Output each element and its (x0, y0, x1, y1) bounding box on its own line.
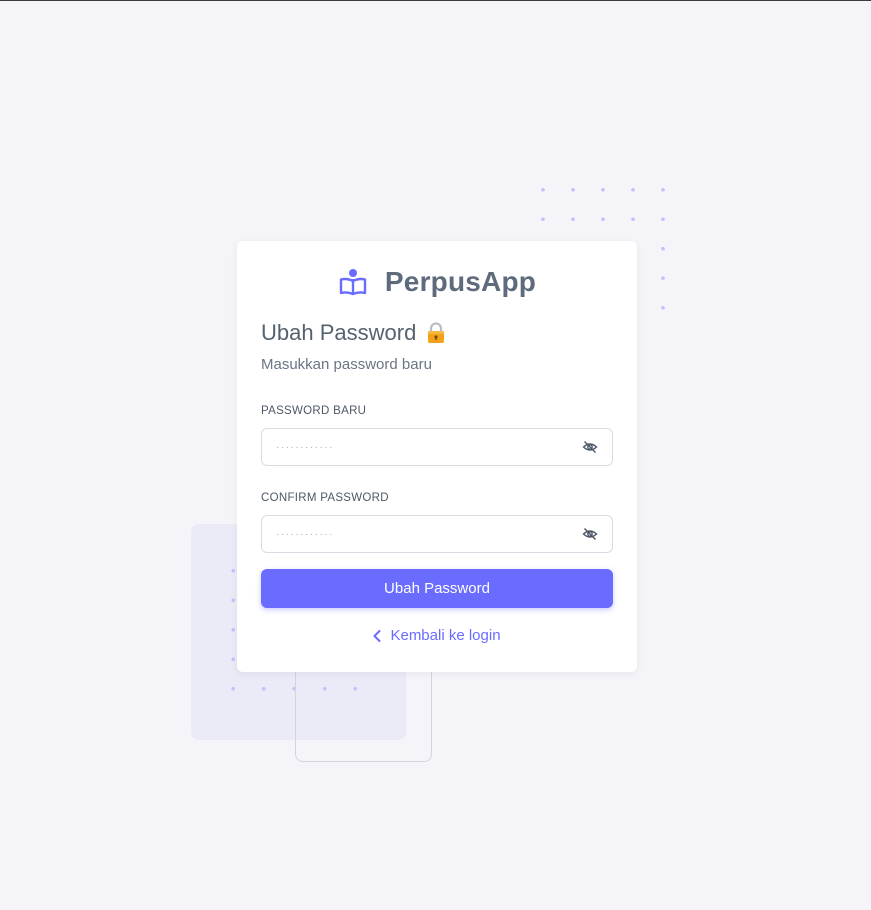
top-border (0, 0, 871, 1)
chevron-left-icon (373, 629, 381, 642)
back-to-login-link[interactable]: Kembali ke login (261, 627, 613, 644)
confirm-password-label: CONFIRM PASSWORD (261, 492, 389, 504)
page-subtitle: Masukkan password baru (261, 356, 432, 373)
brand: PerpusApp (261, 264, 613, 300)
page-title-text: Ubah Password (261, 320, 417, 345)
new-password-field[interactable] (261, 428, 613, 466)
confirm-password-field[interactable] (261, 515, 613, 553)
book-reader-icon (338, 267, 368, 297)
new-password-input[interactable] (276, 441, 582, 453)
submit-button[interactable]: Ubah Password (261, 569, 613, 608)
eye-off-icon[interactable] (582, 526, 598, 542)
eye-off-icon[interactable] (582, 439, 598, 455)
confirm-password-input[interactable] (276, 528, 582, 540)
page-title: Ubah Password (261, 320, 613, 346)
new-password-label: PASSWORD BARU (261, 405, 367, 417)
lock-icon (426, 322, 446, 344)
brand-name: PerpusApp (384, 266, 537, 297)
change-password-card: PerpusApp Ubah Password Masukkan passwor… (237, 241, 637, 672)
back-to-login-label[interactable]: Kembali ke login (390, 627, 500, 644)
